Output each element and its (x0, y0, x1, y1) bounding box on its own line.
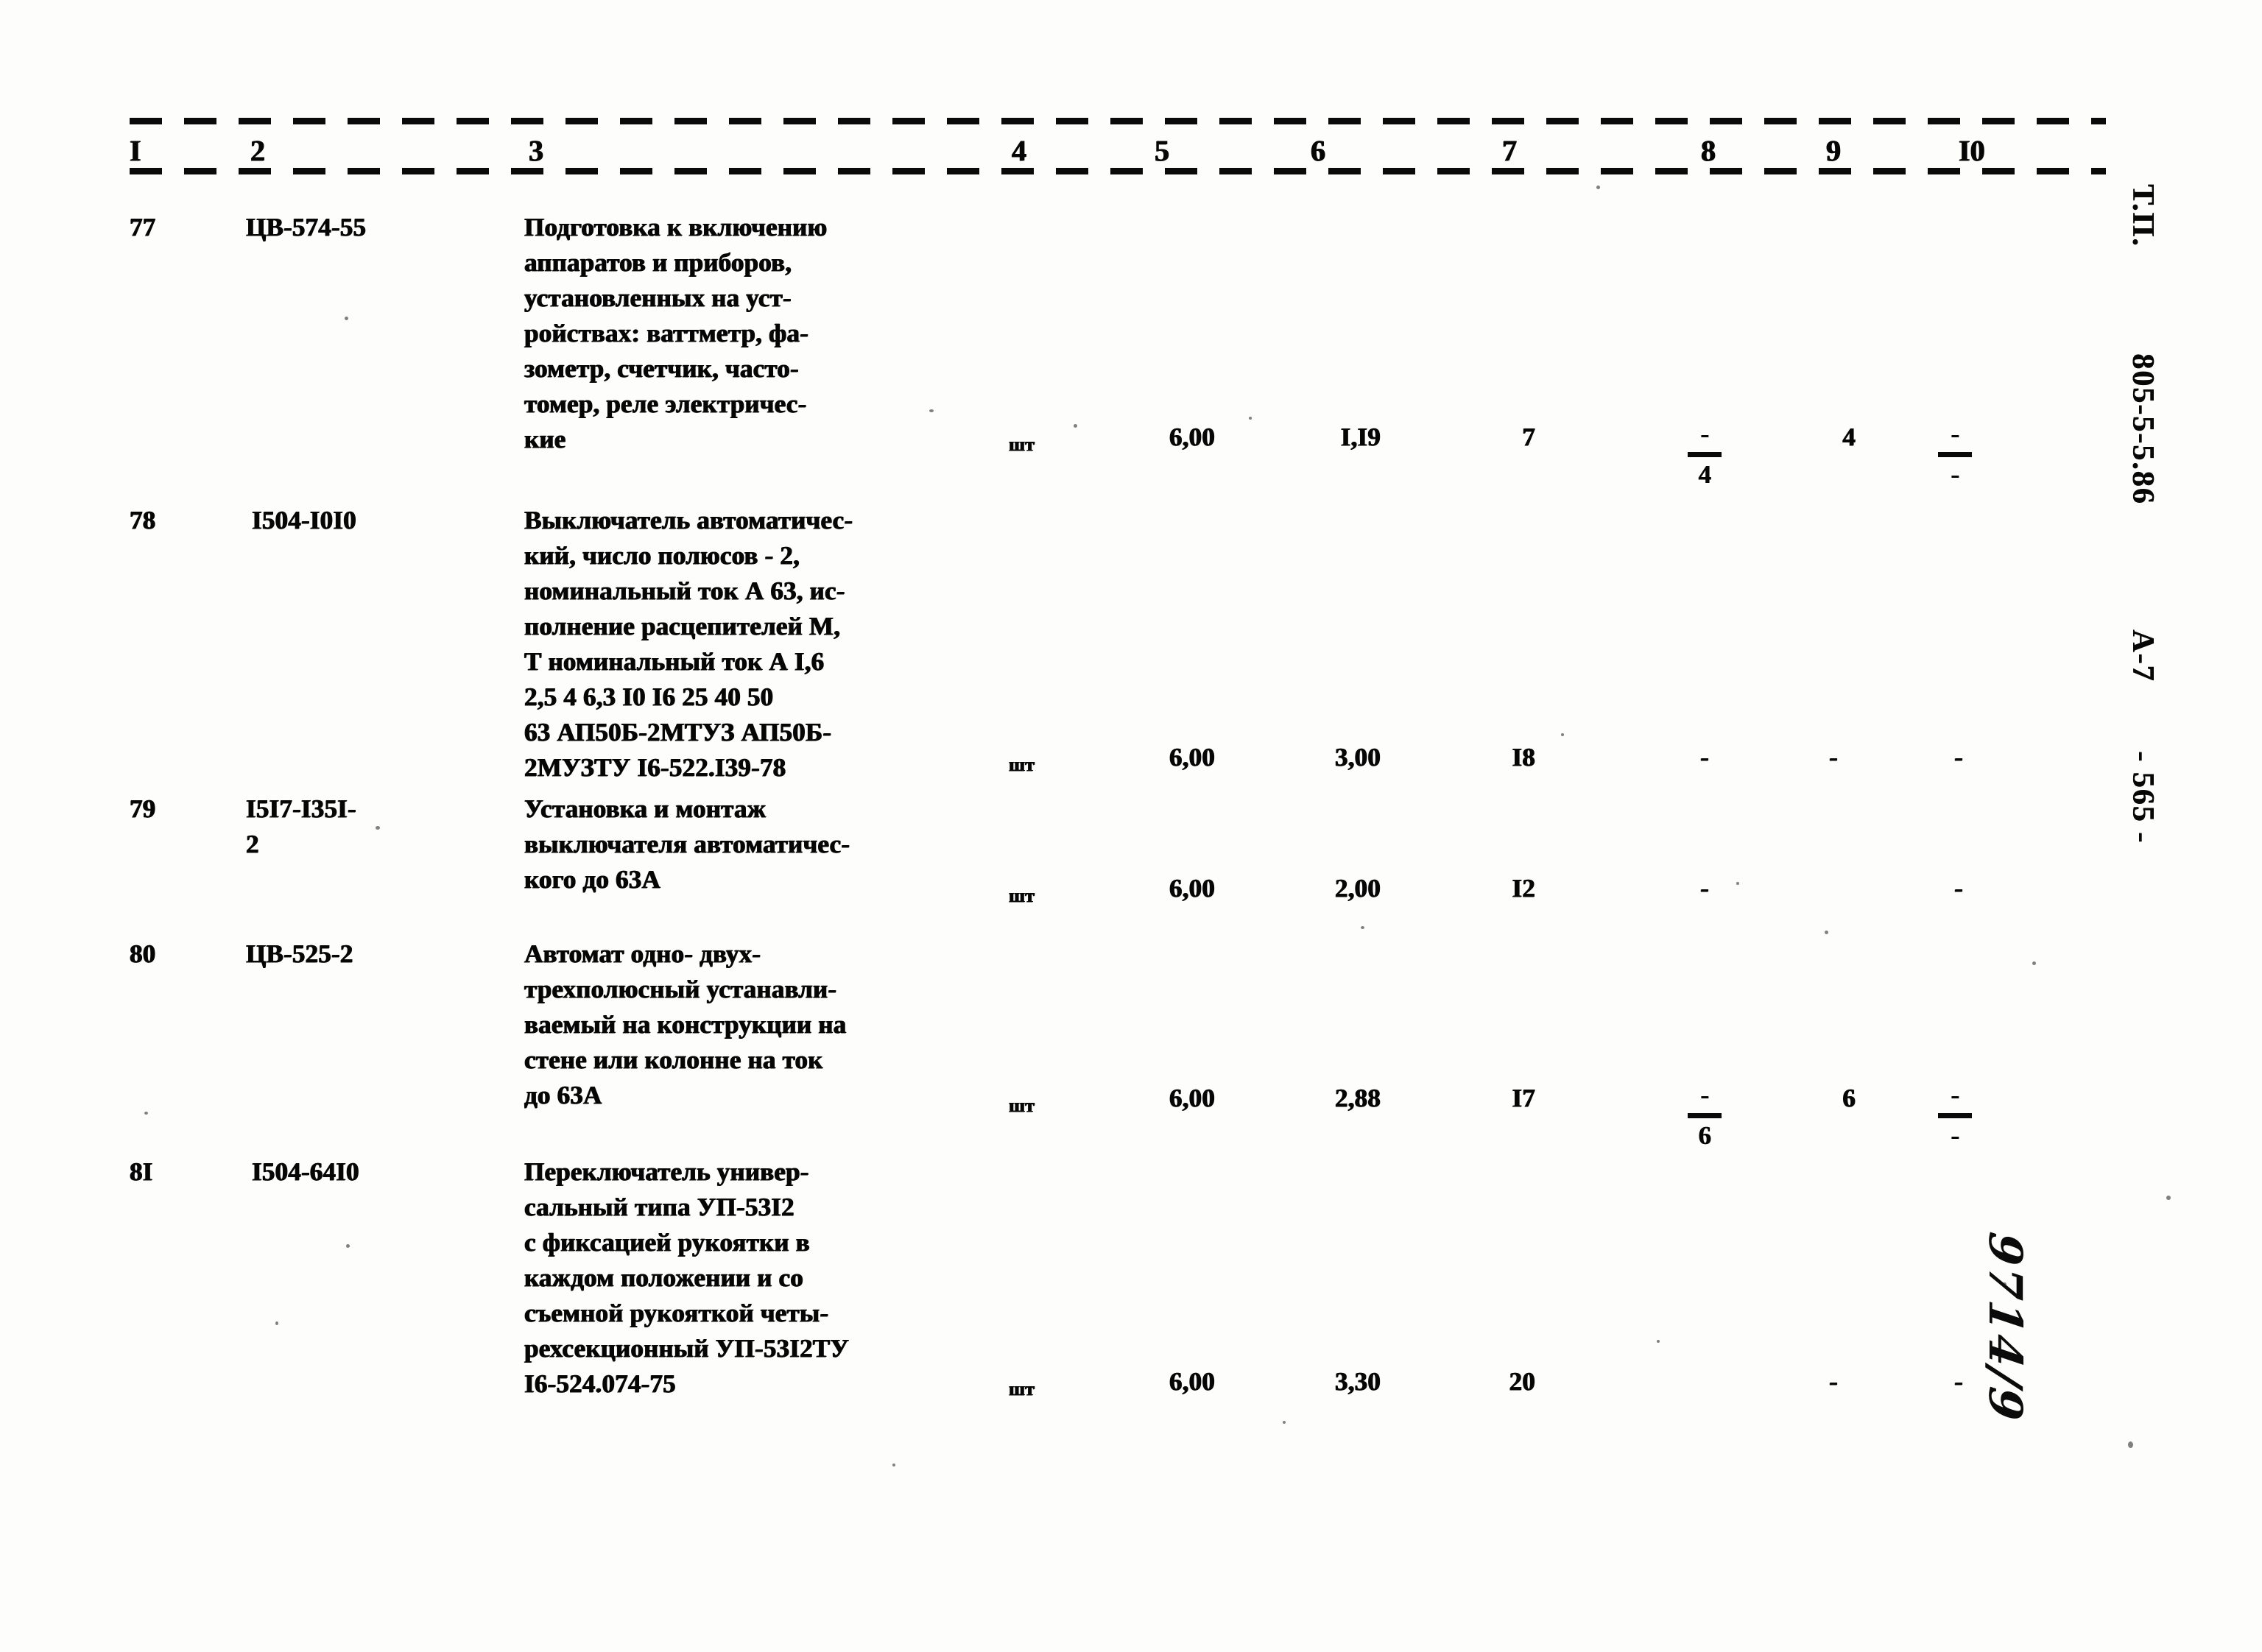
row-col6: 3,00 (1334, 743, 1381, 772)
row-col9: 4 (1842, 423, 1856, 451)
row-col10-numerator: - (1951, 1081, 1959, 1109)
row-number: 78 (130, 506, 156, 534)
row-description: Выключатель автоматичес- кий, число полю… (524, 506, 853, 782)
row-unit: шт (1009, 885, 1035, 906)
row-col6: 2,00 (1334, 874, 1381, 903)
row-description: Установка и монтаж выключателя автоматич… (524, 794, 850, 894)
row-code: I504-64I0 (252, 1157, 359, 1186)
row-col10: - (1954, 743, 1963, 772)
row-code: I5I7-I35I- 2 (246, 794, 356, 858)
row-unit: шт (1009, 434, 1035, 455)
row-code: I504-I0I0 (252, 506, 356, 534)
row-number: 79 (130, 794, 156, 823)
row-col5: 6,00 (1169, 1367, 1215, 1396)
column-header-5: 5 (1155, 134, 1169, 167)
scan-speck (144, 1112, 148, 1115)
row-number: 8I (130, 1157, 153, 1186)
side-mark-page: - 565 - (2126, 751, 2160, 844)
column-header-4: 4 (1012, 134, 1026, 167)
column-header-10: I0 (1959, 134, 1985, 167)
row-col5: 6,00 (1169, 423, 1215, 451)
row-unit: шт (1009, 1378, 1035, 1399)
fraction-bar (1938, 1113, 1972, 1118)
scan-speck (275, 1321, 278, 1325)
column-header-8: 8 (1701, 134, 1716, 167)
table-top-rule (130, 118, 2106, 124)
column-header-2: 2 (250, 134, 265, 167)
row-col10-denominator: - (1951, 460, 1959, 489)
scan-speck (1361, 926, 1364, 929)
scan-speck (2003, 1282, 2006, 1286)
handwritten-annotation: 9714/9 (1979, 1229, 2032, 1426)
scan-speck (1596, 186, 1600, 189)
row-col9: 6 (1842, 1084, 1856, 1112)
page-side-marks: Т.П. 805-5-5.86 А-7 - 565 - (2126, 0, 2241, 1104)
fraction-bar (1688, 452, 1722, 457)
row-col5: 6,00 (1169, 743, 1215, 772)
row-col8-fraction: - 4 (1664, 420, 1745, 489)
row-col10-fraction: - - (1914, 1081, 1995, 1150)
scan-speck (1283, 1421, 1286, 1424)
table-header-rule (130, 168, 2106, 174)
row-col7: 7 (1522, 423, 1535, 451)
row-description: Переключатель универ- сальный типа УП-53… (524, 1157, 850, 1398)
row-col5: 6,00 (1169, 1084, 1215, 1112)
row-unit: шт (1009, 1095, 1035, 1116)
row-col9: - (1829, 1367, 1838, 1396)
row-col8: - (1700, 743, 1709, 772)
row-col8-fraction: - 6 (1664, 1081, 1745, 1150)
row-col10-denominator: - (1951, 1121, 1959, 1150)
row-col8: - (1700, 874, 1709, 903)
scan-speck (1561, 733, 1564, 736)
row-col10: - (1954, 874, 1963, 903)
scan-speck (2166, 1196, 2171, 1200)
scan-speck (2032, 961, 2036, 965)
column-header-3: 3 (529, 134, 543, 167)
scan-speck (376, 826, 380, 830)
scan-speck (1074, 424, 1077, 428)
row-col8-denominator: 6 (1698, 1121, 1711, 1150)
row-description: Подготовка к включению аппаратов и прибо… (524, 213, 828, 453)
scan-speck (1825, 931, 1828, 934)
scan-speck (346, 1244, 350, 1248)
column-header-7: 7 (1502, 134, 1517, 167)
column-header-6: 6 (1311, 134, 1325, 167)
scan-speck (345, 317, 348, 320)
row-col7: I2 (1512, 874, 1535, 903)
scan-speck (1249, 417, 1252, 420)
row-col7: I8 (1512, 743, 1535, 772)
scan-speck (2128, 1441, 2133, 1448)
row-code: ЦВ-574-55 (246, 213, 367, 241)
fraction-bar (1688, 1113, 1722, 1118)
row-col8-denominator: 4 (1698, 460, 1711, 489)
row-number: 80 (130, 939, 156, 968)
row-col8-numerator: - (1700, 420, 1709, 448)
side-mark-album: А-7 (2126, 629, 2160, 682)
row-col6: 2,88 (1334, 1084, 1381, 1112)
column-header-1: I (130, 134, 141, 167)
row-unit: шт (1009, 754, 1035, 775)
scan-speck (1657, 1340, 1660, 1343)
row-col10-fraction: - - (1914, 420, 1995, 489)
row-col7: I7 (1512, 1084, 1535, 1112)
scanned-page: I 2 3 4 5 6 7 8 9 I0 77 ЦВ-574-55 Подгот… (0, 0, 2262, 1652)
row-description: Автомат одно- двух- трехполюсный устанав… (524, 939, 847, 1109)
scan-speck (929, 409, 934, 412)
scan-speck (1736, 882, 1739, 885)
row-col6: 3,30 (1334, 1367, 1381, 1396)
row-col10-numerator: - (1951, 420, 1959, 448)
row-number: 77 (130, 213, 156, 241)
scan-speck (892, 1464, 895, 1466)
row-col9: - (1829, 743, 1838, 772)
side-mark-series: 805-5-5.86 (2126, 353, 2160, 505)
row-col5: 6,00 (1169, 874, 1215, 903)
side-mark-tp: Т.П. (2126, 184, 2160, 247)
row-col8-numerator: - (1700, 1081, 1709, 1109)
row-code: ЦВ-525-2 (246, 939, 353, 968)
row-col7: 20 (1509, 1367, 1535, 1396)
row-col6: I,I9 (1340, 423, 1381, 451)
fraction-bar (1938, 452, 1972, 457)
column-header-9: 9 (1826, 134, 1841, 167)
